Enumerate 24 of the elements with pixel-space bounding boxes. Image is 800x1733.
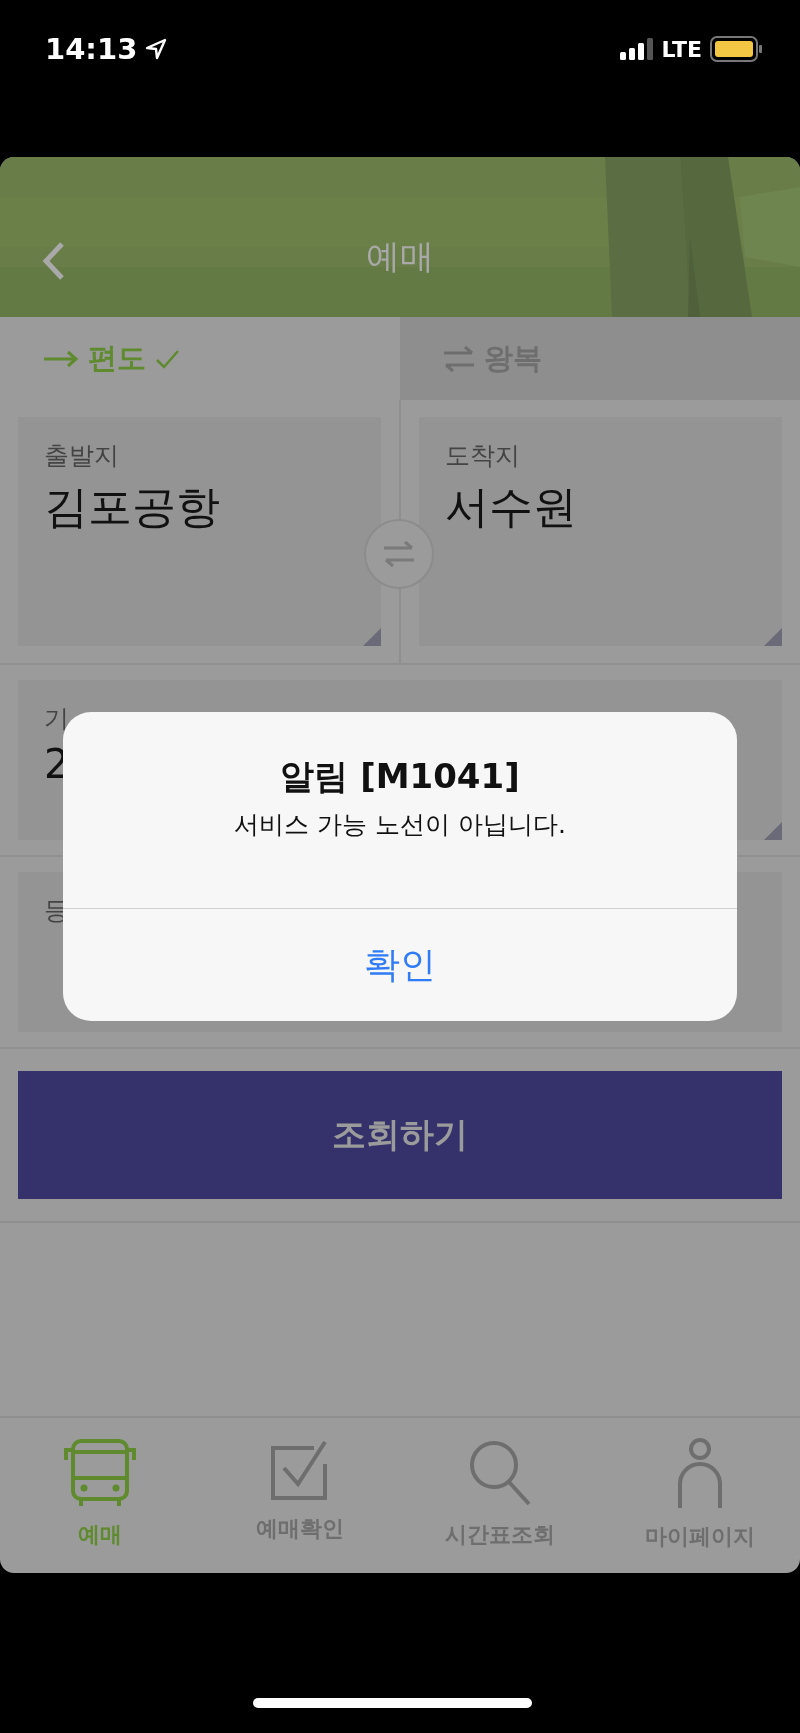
- screen-title: 예매: [366, 235, 434, 278]
- nav-tab[interactable]: 예매: [0, 1418, 200, 1573]
- location-field[interactable]: 출발지 김포공항: [18, 417, 381, 646]
- corner-mark-icon: [363, 628, 381, 646]
- location-arrow-icon: [145, 38, 168, 60]
- back-chevron-icon[interactable]: [40, 241, 66, 281]
- confirm-button[interactable]: 확인: [63, 909, 737, 1021]
- location-field[interactable]: 도착지 서수원: [419, 417, 782, 646]
- alert-title: 알림 [M1041]: [280, 755, 520, 798]
- corner-mark-icon: [764, 628, 782, 646]
- status-time: 14:13: [45, 32, 138, 66]
- alert-message: 서비스 가능 노선이 아닙니다.: [234, 809, 566, 841]
- search-icon: [467, 1438, 533, 1508]
- signal-icon: [619, 38, 654, 60]
- person-icon: [676, 1438, 724, 1510]
- network-label: LTE: [661, 36, 702, 62]
- swap-arrows-icon: [382, 540, 416, 568]
- corner-mark-icon: [764, 822, 782, 840]
- bus-icon: [63, 1438, 137, 1508]
- search-button[interactable]: 조회하기: [18, 1071, 782, 1199]
- battery-icon: [710, 36, 762, 62]
- arrow-right-icon: [42, 348, 80, 369]
- swap-arrows-icon: [442, 344, 476, 373]
- checkbox-icon: [270, 1438, 330, 1502]
